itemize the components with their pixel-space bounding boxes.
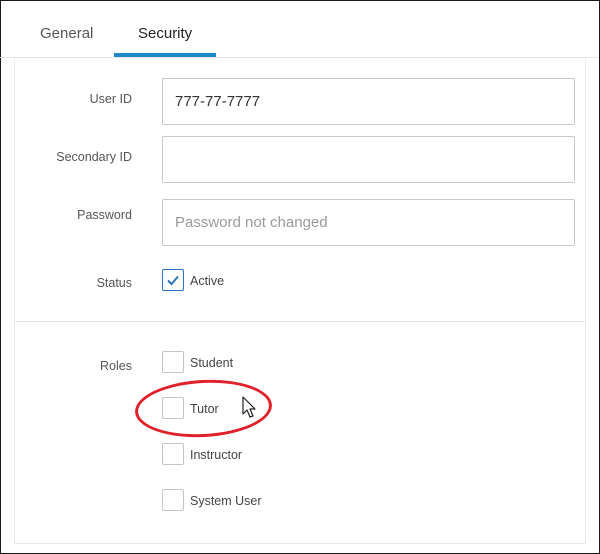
role-system-user-label: System User	[190, 494, 262, 508]
section-divider	[14, 321, 586, 322]
mouse-cursor-icon	[242, 396, 256, 418]
status-active-label: Active	[190, 274, 225, 288]
role-system-user-checkbox[interactable]	[162, 489, 184, 511]
role-tutor-label: Tutor	[190, 402, 219, 416]
password-label: Password	[77, 208, 132, 222]
password-input[interactable]	[162, 199, 575, 246]
user-id-label: User ID	[89, 92, 132, 106]
section-divider-bottom	[14, 543, 586, 544]
tab-general[interactable]: General	[40, 25, 93, 42]
tab-security[interactable]: Security	[138, 25, 192, 42]
active-tab-indicator	[114, 53, 216, 57]
status-active-checkbox[interactable]	[162, 269, 184, 291]
secondary-id-label: Secondary ID	[56, 150, 132, 164]
security-panel	[14, 58, 586, 544]
roles-label: Roles	[100, 359, 132, 373]
role-student-checkbox[interactable]	[162, 351, 184, 373]
checkmark-icon	[167, 275, 179, 286]
role-tutor-checkbox[interactable]	[162, 397, 184, 419]
secondary-id-input[interactable]	[162, 136, 575, 183]
role-student-label: Student	[190, 356, 234, 370]
role-instructor-checkbox[interactable]	[162, 443, 184, 465]
user-id-input[interactable]	[162, 78, 575, 125]
status-label: Status	[96, 276, 132, 290]
tab-bar: General Security	[0, 0, 598, 58]
role-instructor-label: Instructor	[190, 448, 243, 462]
